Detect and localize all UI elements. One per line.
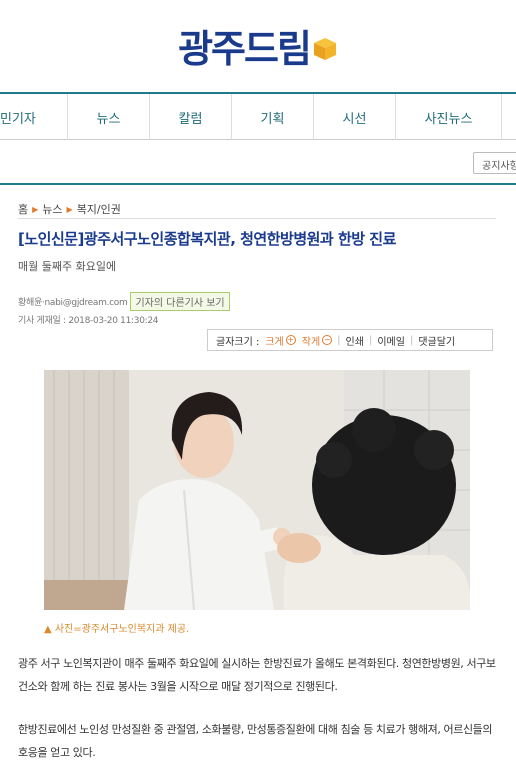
nav-item-view[interactable]: 시선 [314, 94, 396, 140]
other-articles-button[interactable]: 기자의 다른기사 보기 [130, 292, 230, 311]
breadcrumb: 홈 ▶ 뉴스 ▶ 복지/인권 [18, 201, 121, 217]
nav-item-news[interactable]: 뉴스 [68, 94, 150, 140]
article-paragraph: 광주 서구 노인복지관이 매주 둘째주 화요일에 실시하는 한방진료가 올해도 … [18, 657, 496, 693]
article-paragraph: 한방진료에선 노인성 만성질환 중 관절염, 소화불량, 만성통증질환에 대해 … [18, 723, 493, 759]
notice-button[interactable]: 공지사항 [473, 152, 516, 174]
breadcrumb-welfare[interactable]: 복지/인권 [77, 201, 121, 217]
breadcrumb-news[interactable]: 뉴스 [42, 201, 62, 217]
author-line: 황해윤·nabi@gjdream.com 기자의 다른기사 보기 [18, 292, 230, 311]
minus-icon: − [322, 335, 333, 345]
comment-button[interactable]: 댓글달기 [418, 333, 455, 348]
article-tools: 글자크기 : 크게 + 작게 − | 인쇄 | 이메일 | 댓글달기 [207, 329, 493, 351]
font-bigger-label: 크게 [265, 336, 284, 348]
tool-separator: | [337, 334, 341, 346]
print-button[interactable]: 인쇄 [346, 333, 364, 348]
nav-item-reporter[interactable]: 민기자 [0, 94, 68, 140]
nav-item-feature[interactable]: 기획 [232, 94, 314, 140]
email-button[interactable]: 이메일 [377, 333, 405, 348]
photo-illustration [44, 370, 470, 610]
plus-icon: + [285, 335, 296, 345]
breadcrumb-divider [18, 218, 496, 219]
nav-item-photo-news[interactable]: 사진뉴스 [396, 94, 502, 140]
photo-caption: ▲ 사진=광주서구노인복지과 제공. [44, 624, 190, 635]
font-smaller-label: 작게 [301, 336, 321, 348]
header-divider [0, 183, 516, 185]
nav-item-column[interactable]: 칼럼 [150, 94, 232, 140]
tool-separator: | [368, 334, 373, 346]
breadcrumb-home[interactable]: 홈 [18, 201, 28, 217]
font-size-label: 글자크기 : [216, 336, 260, 348]
font-smaller-button[interactable]: 작게 − [301, 333, 333, 348]
main-nav: 민기자 뉴스 칼럼 기획 시선 사진뉴스 [0, 92, 516, 140]
logo-text: 광주드림 [178, 26, 312, 71]
article-subtitle: 매월 둘째주 화요일에 [18, 260, 117, 273]
article-date: 기사 게재일 : 2018-03-20 11:30:24 [18, 316, 159, 326]
font-bigger-button[interactable]: 크게 + [265, 333, 296, 348]
breadcrumb-arrow-icon: ▶ [66, 204, 73, 214]
site-logo[interactable]: 광주드림 [0, 10, 516, 80]
tool-separator: | [409, 334, 414, 346]
logo-box-icon [313, 38, 336, 60]
breadcrumb-arrow-icon: ▶ [32, 204, 39, 214]
article-title: [노인신문]광주서구노인종합복지관, 청연한방병원과 한방 진료 [18, 230, 396, 248]
article-photo [44, 370, 470, 610]
author-email[interactable]: 황해윤·nabi@gjdream.com [18, 295, 128, 308]
